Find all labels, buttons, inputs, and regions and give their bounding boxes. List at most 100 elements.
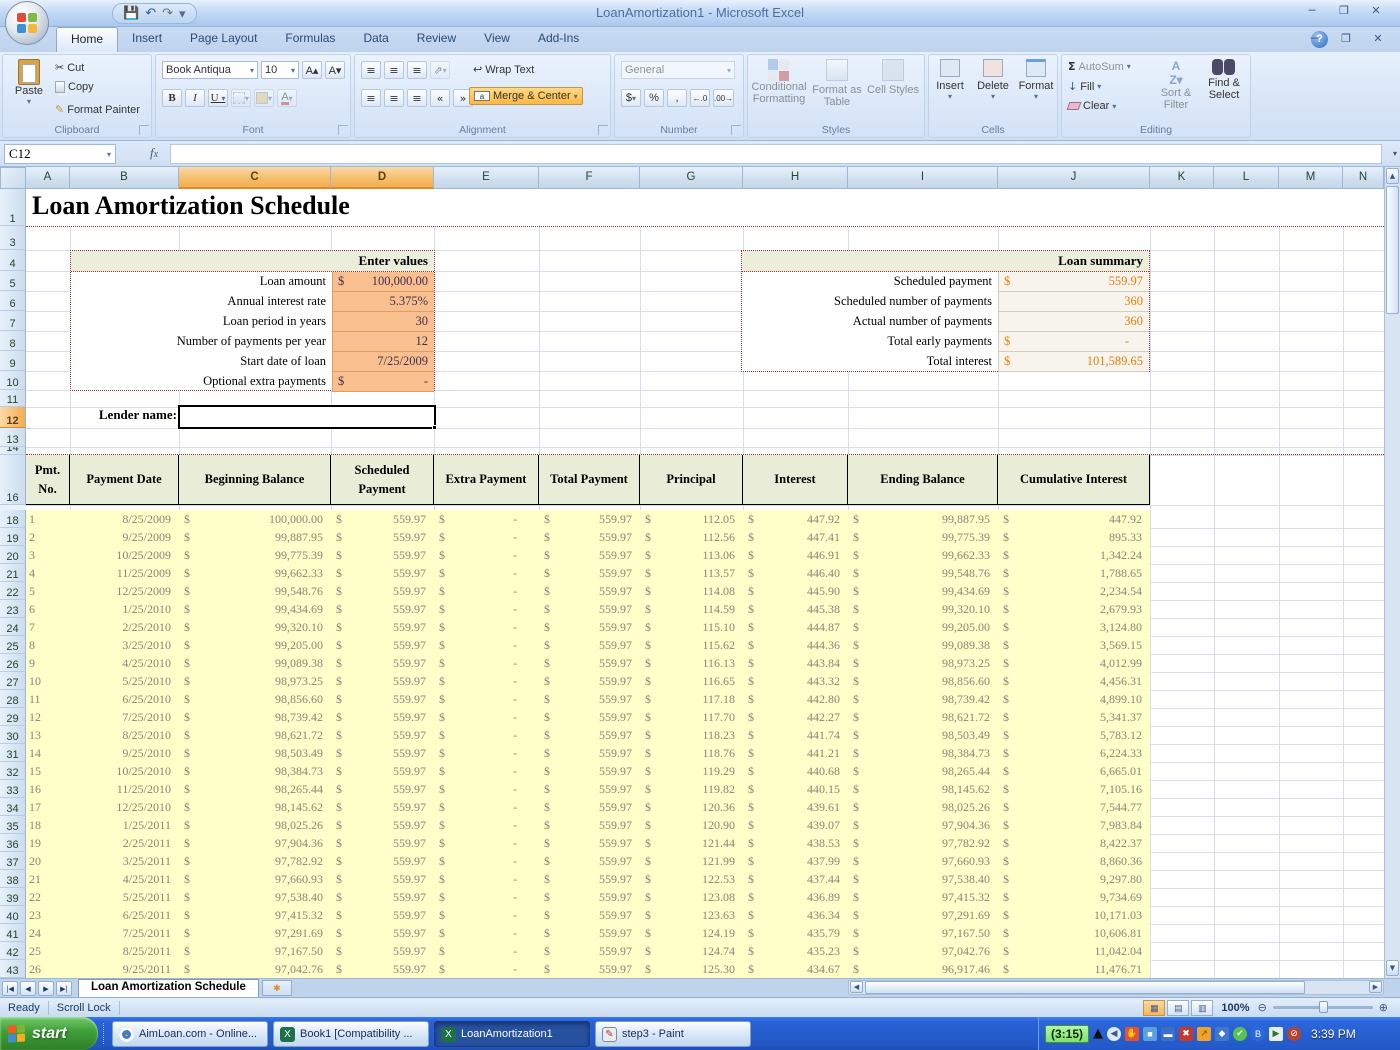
table-cell[interactable]: $559.97 — [331, 798, 434, 816]
table-cell[interactable]: $121.44 — [640, 834, 743, 852]
row-header-3[interactable]: 3 — [0, 226, 26, 250]
field-value[interactable]: $100,000.00 — [332, 272, 434, 292]
table-cell[interactable]: $441.74 — [743, 726, 848, 744]
table-cell[interactable]: $97,782.92 — [848, 834, 998, 852]
tab-data[interactable]: Data — [349, 27, 402, 52]
workbook-restore-button[interactable]: ❐ — [1332, 32, 1360, 47]
table-cell[interactable]: $559.97 — [539, 942, 640, 960]
table-cell[interactable]: $5,783.12 — [998, 726, 1150, 744]
table-cell[interactable]: $97,782.92 — [179, 852, 331, 870]
table-cell[interactable]: $559.97 — [539, 546, 640, 564]
table-cell[interactable]: $7,544.77 — [998, 798, 1150, 816]
table-cell[interactable]: $8,422.37 — [998, 834, 1150, 852]
table-cell[interactable]: $114.59 — [640, 600, 743, 618]
field-value[interactable]: $- — [332, 372, 434, 392]
row-header-10[interactable]: 10 — [0, 371, 26, 390]
row-header-20[interactable]: 20 — [0, 546, 26, 564]
table-header-10[interactable]: Cumulative Interest — [998, 455, 1150, 504]
table-cell[interactable]: $7,105.16 — [998, 780, 1150, 798]
table-cell[interactable]: $98,265.44 — [179, 780, 331, 798]
table-cell[interactable]: $97,291.69 — [179, 924, 331, 942]
taskbar-task-2[interactable]: XBook1 [Compatibility ... — [273, 1021, 429, 1047]
table-cell[interactable]: $559.97 — [331, 510, 434, 528]
table-cell[interactable]: 23 — [26, 906, 70, 924]
table-cell[interactable]: $98,503.49 — [179, 744, 331, 762]
table-cell[interactable]: $559.97 — [539, 510, 640, 528]
table-cell[interactable]: $559.97 — [331, 726, 434, 744]
table-cell[interactable]: $98,384.73 — [848, 744, 998, 762]
bold-button[interactable]: B — [162, 89, 182, 107]
table-cell[interactable]: $440.15 — [743, 780, 848, 798]
row-header-22[interactable]: 22 — [0, 582, 26, 600]
table-cell[interactable]: $439.61 — [743, 798, 848, 816]
table-cell[interactable]: $113.06 — [640, 546, 743, 564]
table-cell[interactable]: $99,320.10 — [179, 618, 331, 636]
table-cell[interactable]: $98,856.60 — [179, 690, 331, 708]
table-cell[interactable]: $98,025.26 — [179, 816, 331, 834]
table-cell[interactable]: 25 — [26, 942, 70, 960]
row-header-31[interactable]: 31 — [0, 744, 26, 762]
table-cell[interactable]: $444.87 — [743, 618, 848, 636]
table-cell[interactable]: $4,012.99 — [998, 654, 1150, 672]
table-cell[interactable]: $559.97 — [539, 708, 640, 726]
workbook-minimize-button[interactable]: ─ — [1300, 32, 1328, 47]
loan-summary-row[interactable]: Total interest$101,589.65 — [742, 352, 1149, 372]
tray-check-icon[interactable]: ✔ — [1233, 1027, 1247, 1041]
tray-bluetooth-icon[interactable]: B — [1251, 1027, 1265, 1041]
table-cell[interactable]: $- — [434, 960, 539, 978]
loan-summary-row[interactable]: Scheduled number of payments360 — [742, 292, 1149, 312]
workbook-close-button[interactable]: ✕ — [1364, 32, 1392, 47]
formula-bar-expand-button[interactable]: ▾ — [1393, 149, 1397, 158]
zoom-slider[interactable] — [1273, 1006, 1373, 1009]
table-cell[interactable]: $97,904.36 — [848, 816, 998, 834]
field-value[interactable]: 360 — [998, 292, 1149, 312]
table-cell[interactable]: $559.97 — [331, 852, 434, 870]
tab-view[interactable]: View — [470, 27, 524, 52]
table-cell[interactable]: $559.97 — [331, 708, 434, 726]
start-button[interactable]: start — [0, 1017, 98, 1050]
field-value[interactable]: 12 — [332, 332, 434, 352]
table-cell[interactable]: $447.41 — [743, 528, 848, 546]
table-cell[interactable]: $115.10 — [640, 618, 743, 636]
table-cell[interactable]: 13 — [26, 726, 70, 744]
table-cell[interactable]: $559.97 — [539, 960, 640, 978]
table-cell[interactable]: $98,145.62 — [848, 780, 998, 798]
table-cell[interactable]: $- — [434, 672, 539, 690]
table-cell[interactable]: $- — [434, 636, 539, 654]
table-cell[interactable]: $98,145.62 — [179, 798, 331, 816]
table-cell[interactable]: $6,224.33 — [998, 744, 1150, 762]
table-cell[interactable]: $97,167.50 — [179, 942, 331, 960]
table-cell[interactable]: $- — [434, 708, 539, 726]
loan-summary-header[interactable]: Loan summary — [742, 251, 1149, 272]
table-cell[interactable]: 12 — [26, 708, 70, 726]
sort-filter-button[interactable]: AZ▾Sort & Filter — [1154, 59, 1198, 111]
table-cell[interactable]: 16 — [26, 780, 70, 798]
table-cell[interactable]: 3 — [26, 546, 70, 564]
tray-hand-icon[interactable]: ✋ — [1125, 1027, 1139, 1041]
table-cell[interactable]: $559.97 — [539, 816, 640, 834]
table-cell[interactable]: 10/25/2009 — [70, 546, 179, 564]
table-cell[interactable]: $436.34 — [743, 906, 848, 924]
zoom-out-button[interactable]: ⊖ — [1258, 1001, 1267, 1014]
table-cell[interactable]: $123.63 — [640, 906, 743, 924]
table-cell[interactable]: $97,660.93 — [179, 870, 331, 888]
table-cell[interactable]: $1,342.24 — [998, 546, 1150, 564]
row-header-24[interactable]: 24 — [0, 618, 26, 636]
table-cell[interactable]: $559.97 — [539, 834, 640, 852]
column-header-A[interactable]: A — [26, 167, 70, 189]
table-cell[interactable]: $443.84 — [743, 654, 848, 672]
table-cell[interactable]: 10/25/2010 — [70, 762, 179, 780]
selected-cell-C12[interactable] — [178, 405, 436, 429]
taskbar-task-4[interactable]: ✎step3 - Paint — [595, 1021, 751, 1047]
horizontal-scrollbar[interactable]: ◀ ▶ — [848, 980, 1384, 995]
table-cell[interactable]: $113.57 — [640, 564, 743, 582]
next-sheet-button[interactable]: ▶ — [38, 981, 54, 996]
table-cell[interactable]: $559.97 — [539, 528, 640, 546]
loan-summary-row[interactable]: Actual number of payments360 — [742, 312, 1149, 332]
table-cell[interactable]: $440.68 — [743, 762, 848, 780]
table-cell[interactable]: $122.53 — [640, 870, 743, 888]
table-cell[interactable]: $- — [434, 888, 539, 906]
table-cell[interactable]: $- — [434, 726, 539, 744]
field-value[interactable]: 360 — [998, 312, 1149, 332]
underline-button[interactable]: U ▾ — [208, 89, 228, 107]
